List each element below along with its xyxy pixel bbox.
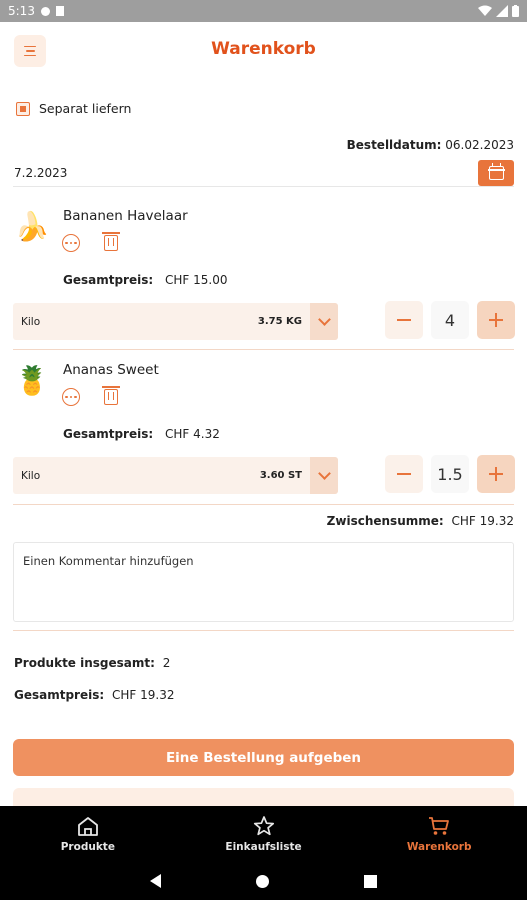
product-name: Ananas Sweet	[63, 362, 159, 378]
app-header: Warenkorb	[0, 22, 527, 78]
cart-item: 🍍 Ananas Sweet Gesamtpreis: CHF 4.32 Kil…	[0, 354, 527, 508]
quantity-value[interactable]: 1.5	[431, 455, 469, 493]
product-actions	[62, 386, 120, 406]
nav-item-products[interactable]: Produkte	[0, 806, 176, 862]
sd-card-icon	[55, 6, 64, 16]
bottom-navigation: Produkte Einkaufsliste Warenkorb	[0, 806, 527, 862]
plus-icon	[489, 467, 503, 481]
separate-delivery-label: Separat liefern	[39, 101, 132, 116]
divider	[13, 504, 514, 505]
star-icon	[253, 816, 274, 836]
cart-item: 🍌 Bananen Havelaar Gesamtpreis: CHF 15.0…	[0, 200, 527, 354]
nav-label: Produkte	[60, 841, 115, 853]
product-name: Bananen Havelaar	[63, 208, 188, 224]
comment-input[interactable]: Einen Kommentar hinzufügen	[13, 542, 514, 622]
back-icon[interactable]	[150, 874, 161, 888]
secondary-button[interactable]	[13, 788, 514, 808]
separate-delivery-checkbox[interactable]	[16, 101, 30, 116]
separate-delivery-option[interactable]: Separat liefern	[16, 101, 131, 116]
place-order-button[interactable]: Eine Bestellung aufgeben	[13, 739, 514, 776]
product-total-value: CHF 4.32	[165, 427, 220, 441]
battery-icon	[512, 5, 519, 17]
products-count-value: 2	[162, 656, 171, 670]
comment-icon[interactable]	[62, 234, 80, 252]
subtotal-label: Zwischensumme:	[326, 514, 444, 528]
product-total: Gesamtpreis: CHF 15.00	[63, 273, 227, 287]
unit-select[interactable]: Kilo 3.75 KG	[13, 303, 338, 340]
home-button-icon[interactable]	[256, 874, 269, 888]
pineapple-icon: 🍍	[14, 364, 50, 397]
quantity-value[interactable]: 4	[431, 301, 469, 339]
nav-item-cart[interactable]: Warenkorb	[351, 806, 527, 862]
nav-label: Warenkorb	[406, 841, 472, 853]
recents-icon[interactable]	[364, 874, 377, 888]
comment-icon[interactable]	[62, 388, 80, 406]
trash-icon[interactable]	[102, 232, 120, 251]
banana-icon: 🍌	[14, 210, 50, 243]
unit-quantity: 3.60 ST	[259, 470, 302, 481]
quantity-stepper: 4	[385, 301, 515, 339]
status-time: 5:13	[8, 4, 35, 18]
chevron-down-icon	[317, 466, 331, 480]
grand-total-label: Gesamtpreis:	[14, 688, 105, 702]
order-date-value: 06.02.2023	[445, 138, 514, 152]
decrease-quantity-button[interactable]	[385, 301, 423, 339]
calendar-button[interactable]	[478, 160, 514, 186]
decrease-quantity-button[interactable]	[385, 455, 423, 493]
products-count-label: Produkte insgesamt:	[14, 656, 155, 670]
unit-dropdown-button[interactable]	[310, 457, 338, 494]
status-bar: 5:13	[0, 0, 527, 22]
subtotal: Zwischensumme: CHF 19.32	[327, 514, 514, 528]
trash-icon[interactable]	[102, 386, 120, 405]
quantity-stepper: 1.5	[385, 455, 515, 493]
product-total-value: CHF 15.00	[165, 273, 228, 287]
unit-name: Kilo	[21, 315, 41, 328]
wifi-icon	[478, 5, 492, 16]
minus-icon	[397, 319, 411, 321]
product-total-label: Gesamtpreis:	[63, 273, 154, 287]
unit-dropdown-button[interactable]	[310, 303, 338, 340]
system-navigation-bar	[0, 862, 527, 900]
grand-total: Gesamtpreis: CHF 19.32	[14, 688, 174, 702]
signal-icon	[496, 5, 508, 17]
nav-label: Einkaufsliste	[225, 841, 302, 853]
calendar-icon	[487, 163, 505, 180]
chevron-down-icon	[317, 312, 331, 326]
unit-select[interactable]: Kilo 3.60 ST	[13, 457, 338, 494]
increase-quantity-button[interactable]	[477, 301, 515, 339]
checkbox-check-icon	[20, 105, 26, 112]
unit-name: Kilo	[21, 469, 41, 482]
grand-total-value: CHF 19.32	[112, 688, 175, 702]
cart-icon	[429, 817, 450, 835]
subtotal-value: CHF 19.32	[451, 514, 514, 528]
product-total-label: Gesamtpreis:	[63, 427, 154, 441]
home-icon	[77, 817, 98, 836]
products-count: Produkte insgesamt: 2	[14, 656, 170, 670]
delivery-date-input[interactable]: 7.2.2023	[13, 160, 478, 187]
divider	[13, 349, 514, 350]
order-date-label: Bestelldatum:	[346, 138, 442, 152]
notification-icon	[40, 6, 50, 16]
increase-quantity-button[interactable]	[477, 455, 515, 493]
product-total: Gesamtpreis: CHF 4.32	[63, 427, 220, 441]
product-actions	[62, 232, 120, 252]
order-date: Bestelldatum: 06.02.2023	[347, 138, 514, 152]
unit-quantity: 3.75 KG	[257, 316, 302, 327]
divider	[13, 630, 514, 631]
nav-item-shopping-list[interactable]: Einkaufsliste	[176, 806, 352, 862]
page-title: Warenkorb	[211, 39, 316, 59]
delivery-date-row: 7.2.2023	[13, 160, 514, 187]
minus-icon	[397, 473, 411, 475]
plus-icon	[489, 313, 503, 327]
